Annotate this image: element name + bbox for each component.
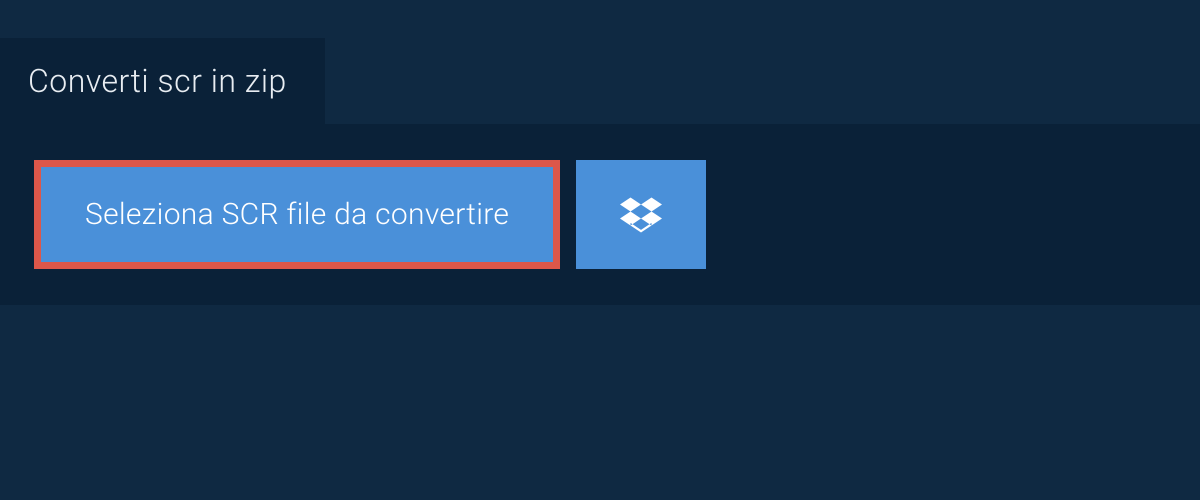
tab-label: Converti scr in zip [28,62,287,100]
dropbox-icon [620,194,662,236]
select-file-button[interactable]: Seleziona SCR file da convertire [41,167,553,262]
tab-container: Converti scr in zip [0,0,1200,124]
tab-convert[interactable]: Converti scr in zip [0,38,325,124]
conversion-panel: Seleziona SCR file da convertire [0,124,1200,305]
button-row: Seleziona SCR file da convertire [34,160,1166,269]
select-file-label: Seleziona SCR file da convertire [85,197,509,232]
select-file-highlight: Seleziona SCR file da convertire [34,160,560,269]
dropbox-button[interactable] [576,160,706,269]
